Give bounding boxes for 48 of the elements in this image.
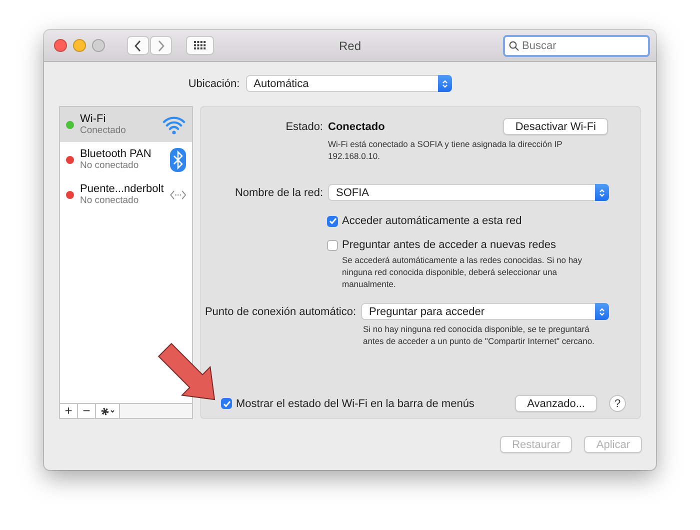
service-item[interactable]: Wi-Fi Conectado [60, 107, 192, 142]
option-label: Acceder automáticamente a esta red [342, 215, 522, 227]
help-button[interactable]: ? [609, 395, 626, 412]
remove-button[interactable]: − [78, 404, 96, 418]
close-button[interactable] [54, 39, 67, 52]
location-select[interactable]: Automática [246, 75, 452, 92]
checkbox[interactable] [327, 240, 338, 250]
network-select[interactable]: SOFIA [328, 184, 609, 201]
grid-button[interactable] [186, 36, 214, 55]
chevron-left-icon [134, 40, 142, 52]
grid-icon [194, 41, 206, 50]
service-item[interactable]: Puente...nderbolt No conectado [60, 177, 192, 212]
hotspot-label: Punto de conexión automático: [204, 306, 357, 318]
checkbox[interactable] [221, 398, 232, 409]
status-label: Estado: [284, 120, 324, 132]
service-status: Conectado [80, 124, 127, 136]
status-value: Conectado [328, 120, 386, 132]
service-item[interactable]: Bluetooth PAN No conectado [60, 142, 192, 177]
service-name: Bluetooth PAN [80, 148, 152, 160]
search-field[interactable]: Buscar [503, 34, 650, 56]
service-name: Wi-Fi [80, 112, 107, 124]
hotspot-note: Si no hay ninguna red conocida disponible, se te preguntará antes de acceder a un punto de "Compartir Internet" cercano. [363, 323, 596, 347]
actions-button[interactable] [96, 404, 120, 418]
status-description: Wi-Fi está conectado a SOFIA y tiene asignada la dirección IP 192.168.0.10. [328, 138, 564, 162]
network-name-label: Nombre de la red: [234, 186, 324, 198]
stepper-icon [595, 303, 609, 320]
search-icon [509, 40, 519, 50]
wifi-icon [162, 114, 186, 134]
service-name: Puente...nderbolt [80, 182, 164, 194]
window-title: Red [339, 38, 361, 52]
service-status: No conectado [80, 160, 140, 172]
service-status: No conectado [80, 194, 140, 206]
gear-icon [100, 406, 116, 416]
option-note: Se accederá automáticamente a las redes conocidas. Si no hay ninguna red conocida disponible, deberá seleccionar una manualmente. [342, 254, 584, 290]
arrow-annotation [158, 342, 216, 400]
chevron-right-icon [157, 40, 165, 52]
bluetooth-icon [170, 148, 186, 172]
hotspot-select[interactable]: Preguntar para acceder [361, 303, 609, 320]
stepper-icon [595, 184, 609, 201]
disable-wifi-button[interactable]: Desactivar Wi-Fi [503, 118, 608, 135]
add-button[interactable]: + [60, 404, 78, 418]
option-label: Preguntar antes de acceder a nuevas redes [342, 239, 556, 251]
checkbox[interactable] [327, 216, 338, 226]
back-button[interactable] [127, 36, 149, 55]
location-label: Ubicación: [188, 78, 240, 90]
advanced-button[interactable]: Avanzado... [515, 395, 597, 412]
menu-bar-option-label: Mostrar el estado del Wi-Fi en la barra de menús [236, 398, 474, 410]
stepper-icon [438, 75, 452, 92]
